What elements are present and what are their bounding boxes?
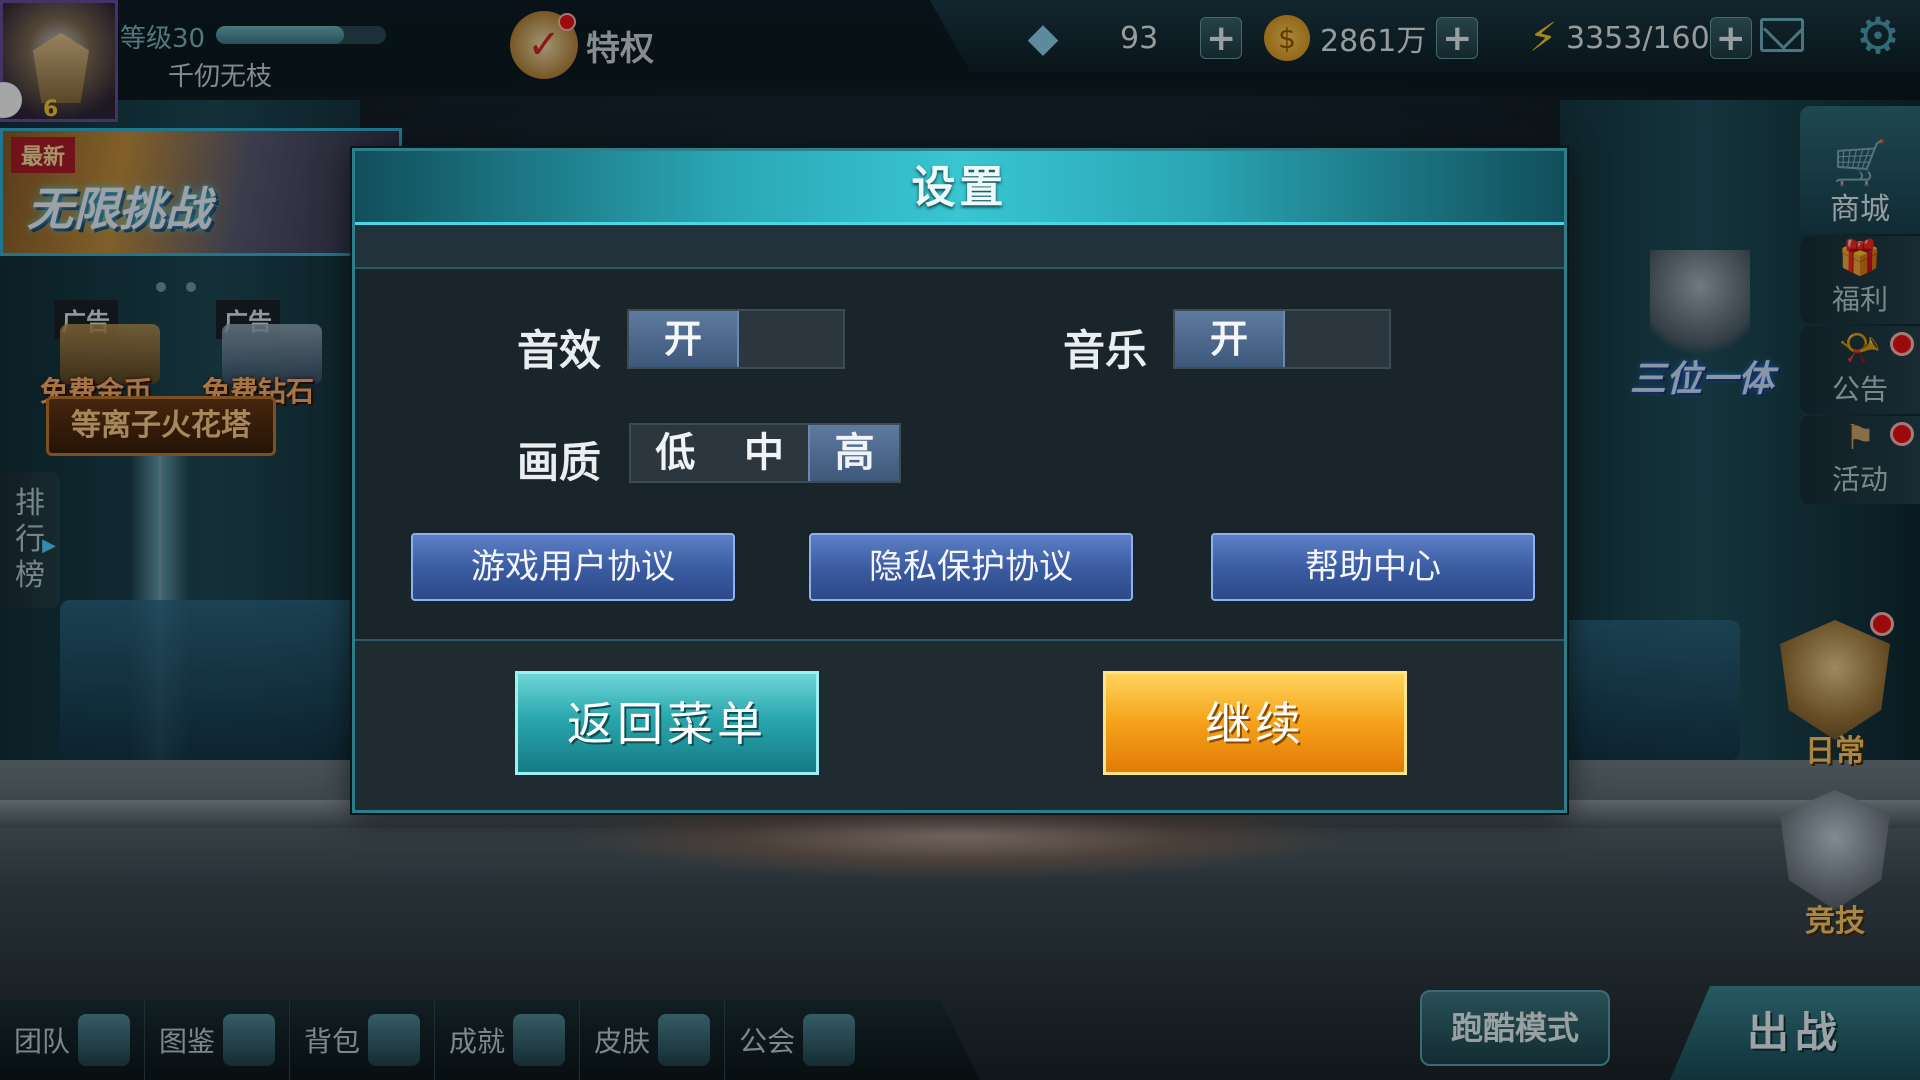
help-center-button[interactable]: 帮助中心 <box>1211 533 1535 601</box>
settings-header-band <box>355 225 1564 269</box>
quality-option-high[interactable]: 高 <box>808 425 900 481</box>
quality-option-medium[interactable]: 中 <box>720 425 809 481</box>
music-label: 音乐 <box>1063 326 1148 375</box>
sound-effects-toggle[interactable]: 开 <box>627 309 845 369</box>
return-menu-button[interactable]: 返回菜单 <box>515 671 819 775</box>
continue-button[interactable]: 继续 <box>1103 671 1407 775</box>
quality-option-low[interactable]: 低 <box>631 425 720 481</box>
music-toggle[interactable]: 开 <box>1173 309 1391 369</box>
graphics-quality-selector: 低 中 高 <box>629 423 901 483</box>
user-agreement-button[interactable]: 游戏用户协议 <box>411 533 735 601</box>
settings-dialog: 设置 音效 开 音乐 开 画质 低 中 高 游戏用户协议 隐私保护协议 帮助中心… <box>352 148 1567 813</box>
music-toggle-knob: 开 <box>1175 311 1285 367</box>
sound-effects-label: 音效 <box>517 326 602 375</box>
privacy-agreement-button[interactable]: 隐私保护协议 <box>809 533 1133 601</box>
settings-title: 设置 <box>911 162 1008 213</box>
sound-effects-toggle-knob: 开 <box>629 311 739 367</box>
graphics-quality-label: 画质 <box>517 438 602 487</box>
